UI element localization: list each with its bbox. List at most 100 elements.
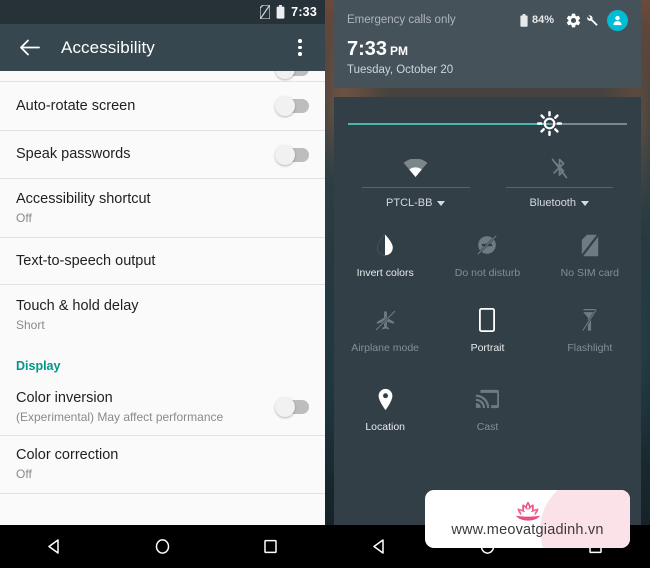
no-sim-card-icon	[539, 230, 641, 260]
settings-list[interactable]: Auto-rotate screen Speak passwords Acces…	[0, 71, 325, 525]
battery-percent: 84%	[531, 14, 554, 26]
clock-hours-minutes: 7:33	[347, 38, 388, 60]
cast-icon	[436, 384, 538, 414]
list-item-title: Auto-rotate screen	[16, 97, 136, 114]
wifi-label-row: PTCL-BB	[358, 188, 474, 209]
connectivity-row: PTCL-BB Bluetooth	[344, 151, 631, 209]
quick-settings-body: PTCL-BB Bluetooth Invert colors Do not d…	[334, 97, 641, 525]
tile-row-2: Airplane mode Portrait Flashlight	[334, 297, 641, 358]
back-triangle-icon[interactable]	[356, 525, 402, 568]
tile-label: Location	[365, 421, 406, 433]
brightness-sun-icon[interactable]	[536, 111, 562, 136]
wifi-icon	[358, 151, 474, 185]
airplane-icon	[334, 305, 436, 335]
wrench-icon[interactable]	[585, 14, 598, 27]
no-sim-icon	[260, 5, 271, 19]
tile-invert-colors[interactable]: Invert colors	[334, 222, 436, 283]
tile-label: Cast	[476, 421, 499, 433]
color-inversion-toggle[interactable]	[275, 397, 309, 417]
list-item-color-correction[interactable]: Color correction Off	[0, 436, 325, 494]
clock-am-pm: PM	[390, 44, 409, 58]
list-item-touch-and-hold-delay[interactable]: Touch & hold delay Short	[0, 285, 325, 346]
bluetooth-tile[interactable]: Bluetooth	[488, 151, 632, 209]
list-item-auto-rotate-screen[interactable]: Auto-rotate screen	[0, 82, 325, 131]
tile-airplane-mode[interactable]: Airplane mode	[334, 297, 436, 358]
tile-flashlight[interactable]: Flashlight	[539, 297, 641, 358]
clock-date: Tuesday, October 20	[347, 64, 454, 76]
tile-label: Portrait	[470, 342, 505, 354]
flashlight-icon	[539, 305, 641, 335]
bluetooth-label: Bluetooth	[529, 197, 576, 209]
list-item-subtitle: Off	[16, 467, 32, 482]
chevron-down-icon[interactable]	[580, 200, 589, 206]
tile-no-sim-card[interactable]: No SIM card	[539, 222, 641, 283]
status-bar-time: 7:33	[291, 5, 317, 19]
battery-icon	[520, 13, 528, 27]
tile-row-3: Location Cast	[334, 376, 641, 437]
wifi-ssid-label: PTCL-BB	[386, 197, 433, 209]
speak-passwords-toggle[interactable]	[275, 144, 309, 165]
list-item-title: Accessibility shortcut	[16, 190, 151, 207]
quick-settings-screen: Emergency calls only 84% 7:33 PM Tuesday…	[325, 0, 650, 568]
lotus-flower-icon	[503, 501, 553, 521]
tile-label: Do not disturb	[454, 267, 521, 279]
tile-empty-slot	[539, 376, 641, 437]
auto-rotate-toggle[interactable]	[275, 96, 309, 116]
bluetooth-disabled-icon	[502, 151, 618, 185]
list-item-accessibility-shortcut[interactable]: Accessibility shortcut Off	[0, 179, 325, 238]
tile-row-1: Invert colors Do not disturb No SIM card	[334, 222, 641, 283]
list-item-subtitle: Off	[16, 210, 32, 225]
list-item-title: Speak passwords	[16, 146, 131, 163]
gear-icon[interactable]	[565, 12, 582, 29]
list-item-title: Color correction	[16, 447, 119, 464]
bluetooth-label-row: Bluetooth	[502, 188, 618, 209]
app-bar: Accessibility	[0, 24, 325, 71]
battery-icon	[276, 5, 285, 19]
list-item-title: Color inversion	[16, 389, 113, 406]
page-title: Accessibility	[61, 37, 155, 57]
left-navigation-bar	[0, 525, 325, 568]
section-header-display: Display	[0, 346, 325, 379]
wifi-tile[interactable]: PTCL-BB	[344, 151, 488, 209]
toggle-switch[interactable]	[275, 71, 309, 79]
watermark-text: www.meovatgiadinh.vn	[451, 521, 604, 538]
clock-time: 7:33 PM	[347, 39, 628, 59]
quick-settings-tiles: Invert colors Do not disturb No SIM card…	[334, 222, 641, 437]
watermark-overlay: www.meovatgiadinh.vn	[425, 490, 630, 548]
list-item-title: Text-to-speech output	[16, 252, 156, 269]
brightness-slider[interactable]	[348, 97, 627, 151]
carrier-label: Emergency calls only	[347, 14, 456, 26]
user-avatar-icon[interactable]	[607, 9, 628, 31]
tile-cast[interactable]: Cast	[436, 376, 538, 437]
list-item-title: Touch & hold delay	[16, 298, 139, 315]
overflow-menu-icon[interactable]	[287, 33, 313, 63]
location-pin-icon	[334, 384, 436, 414]
do-not-disturb-icon	[436, 230, 538, 260]
list-item-speak-passwords[interactable]: Speak passwords	[0, 131, 325, 179]
list-item-color-inversion[interactable]: Color inversion (Experimental) May affec…	[0, 379, 325, 436]
tile-label: No SIM card	[560, 267, 619, 279]
tile-label: Flashlight	[567, 342, 613, 354]
tile-do-not-disturb[interactable]: Do not disturb	[436, 222, 538, 283]
list-item-subtitle: (Experimental) May affect performance	[16, 409, 224, 424]
left-status-bar: 7:33	[0, 0, 325, 24]
list-item-partial[interactable]	[0, 71, 325, 82]
back-triangle-icon[interactable]	[31, 525, 77, 568]
quick-settings-shade: Emergency calls only 84% 7:33 PM Tuesday…	[334, 0, 641, 525]
tile-location[interactable]: Location	[334, 376, 436, 437]
chevron-down-icon[interactable]	[437, 200, 446, 206]
tile-portrait[interactable]: Portrait	[436, 297, 538, 358]
portrait-icon	[436, 305, 538, 335]
accessibility-settings-screen: 7:33 Accessibility Auto-rotate screen Sp…	[0, 0, 325, 568]
list-item-subtitle: Short	[16, 318, 45, 333]
list-item-text-to-speech-output[interactable]: Text-to-speech output	[0, 238, 325, 285]
quick-settings-header: Emergency calls only 84% 7:33 PM Tuesday…	[334, 0, 641, 88]
home-circle-icon[interactable]	[139, 525, 185, 568]
tile-label: Airplane mode	[351, 342, 420, 354]
brightness-fill	[348, 123, 549, 125]
invert-colors-icon	[334, 230, 436, 260]
back-arrow-icon[interactable]	[14, 33, 44, 63]
recents-square-icon[interactable]	[248, 525, 294, 568]
dual-screenshot-stage: 7:33 Accessibility Auto-rotate screen Sp…	[0, 0, 650, 568]
tile-label: Invert colors	[356, 267, 414, 279]
